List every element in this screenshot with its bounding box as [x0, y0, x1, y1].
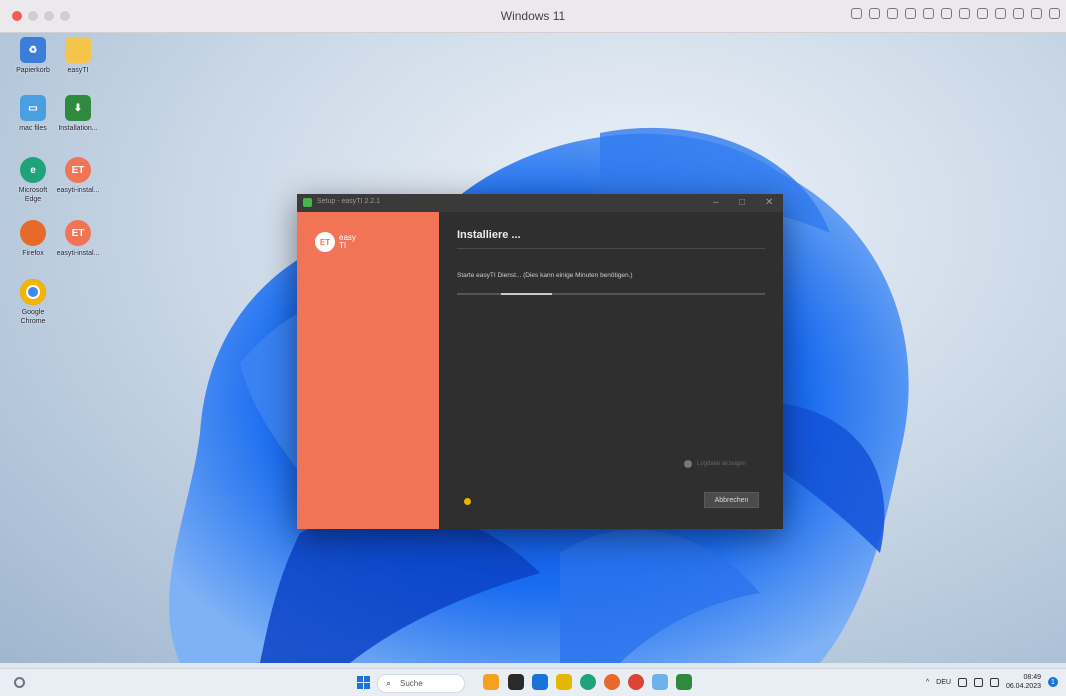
edge-icon: e [20, 157, 46, 183]
firefox-icon[interactable] [604, 674, 620, 690]
installer-titlebar[interactable]: Setup - easyTI 2.2.1 – □ ✕ [297, 194, 783, 212]
battery-icon[interactable] [989, 677, 999, 687]
logo-word-ti: TI [339, 241, 347, 250]
close-icon[interactable]: ✕ [765, 197, 773, 208]
easyti-logo-mark: ET [315, 232, 335, 252]
recycle-bin-icon: ♻ [20, 37, 46, 63]
desktop-icon-easyti-installer-2[interactable]: ET easyti-instal... [55, 220, 101, 258]
search-icon: ⌕ [386, 678, 392, 688]
installer-title: Setup - easyTI 2.2.1 [317, 198, 381, 205]
widgets-icon[interactable] [14, 677, 25, 688]
brand-panel: ET easy TI [297, 212, 439, 529]
keyboard-icon[interactable] [851, 8, 862, 19]
picture-icon[interactable] [1013, 8, 1024, 19]
chat-icon[interactable] [508, 674, 524, 690]
show-log-checkbox[interactable]: Logdatei anzeigen [684, 460, 746, 468]
printer-icon[interactable] [977, 8, 988, 19]
clock-time: 08:49 [1023, 674, 1041, 681]
disc-icon[interactable] [869, 8, 880, 19]
edge-icon[interactable] [580, 674, 596, 690]
firefox-icon [20, 220, 46, 246]
back-icon[interactable] [1031, 8, 1042, 19]
easyti-logo: ET easy TI [315, 232, 356, 252]
microphone-icon[interactable] [959, 8, 970, 19]
network-icon[interactable] [923, 8, 934, 19]
easyti-installer-icon: ET [65, 157, 91, 183]
folder-icon [65, 37, 91, 63]
folder-taskbar-icon[interactable] [556, 674, 572, 690]
checkbox-icon[interactable] [684, 460, 692, 468]
display-icon[interactable] [995, 8, 1006, 19]
installer-window: Setup - easyTI 2.2.1 – □ ✕ ET easy TI In… [297, 194, 783, 529]
taskbar-search[interactable]: ⌕ Suche [377, 674, 465, 693]
desktop-icon-edge[interactable]: e Microsoft Edge [10, 157, 56, 204]
progress-bar [457, 293, 765, 295]
system-tray: ^ DEU 08:49 06.04.2023 1 [926, 673, 1058, 691]
desktop-icon-installation[interactable]: ⬇ Installation... [55, 95, 101, 133]
checkbox-label: Logdatei anzeigen [697, 461, 747, 467]
cancel-button[interactable]: Abbrechen [704, 492, 759, 508]
explorer-icon[interactable] [483, 674, 499, 690]
sound-icon[interactable] [941, 8, 952, 19]
installer-icon[interactable] [676, 674, 692, 690]
desktop-icon-mac-files[interactable]: ▭ mac files [10, 95, 56, 133]
setup-app-icon [303, 198, 312, 207]
camera-icon[interactable] [905, 8, 916, 19]
network-icon[interactable] [957, 677, 967, 687]
loading-spinner-icon [464, 498, 471, 505]
clock[interactable]: 08:49 06.04.2023 [1006, 673, 1041, 691]
tray-chevron-icon[interactable]: ^ [926, 679, 929, 686]
host-titlebar: Windows 11 [0, 0, 1066, 33]
chrome-icon[interactable] [628, 674, 644, 690]
desktop-icon-recycle-bin[interactable]: ♻ Papierkorb [10, 37, 56, 75]
files-icon[interactable] [532, 674, 548, 690]
installer-icon: ⬇ [65, 95, 91, 121]
volume-icon[interactable] [973, 677, 983, 687]
search-placeholder: Suche [400, 679, 423, 688]
settings-icon[interactable] [1049, 8, 1060, 19]
usb-icon[interactable] [887, 8, 898, 19]
progress-fill [501, 293, 552, 295]
divider [457, 248, 765, 249]
clock-date: 06.04.2023 [1005, 683, 1041, 690]
chrome-icon [20, 279, 46, 305]
notification-badge[interactable]: 1 [1048, 677, 1058, 687]
language-indicator[interactable]: DEU [936, 679, 951, 686]
desktop-icon-firefox[interactable]: Firefox [10, 220, 56, 258]
taskbar: ⌕ Suche ^ DEU 08:49 06.04.2023 1 [0, 668, 1066, 696]
mac-files-icon: ▭ [20, 95, 46, 121]
minimize-icon[interactable]: – [713, 197, 719, 208]
desktop-icon-easyti-folder[interactable]: easyTI [55, 37, 101, 75]
desktop-icon-easyti-installer-1[interactable]: ET easyti-instal... [55, 157, 101, 195]
page-title: Installiere ... [457, 229, 521, 241]
start-button[interactable] [357, 676, 370, 689]
status-text: Starte easyTI Dienst... (Dies kann einig… [457, 272, 633, 279]
store-icon[interactable] [652, 674, 668, 690]
desktop-icon-chrome[interactable]: Google Chrome [10, 279, 56, 326]
easyti-installer-icon: ET [65, 220, 91, 246]
host-toolbar [851, 8, 1060, 19]
maximize-icon[interactable]: □ [739, 197, 745, 208]
